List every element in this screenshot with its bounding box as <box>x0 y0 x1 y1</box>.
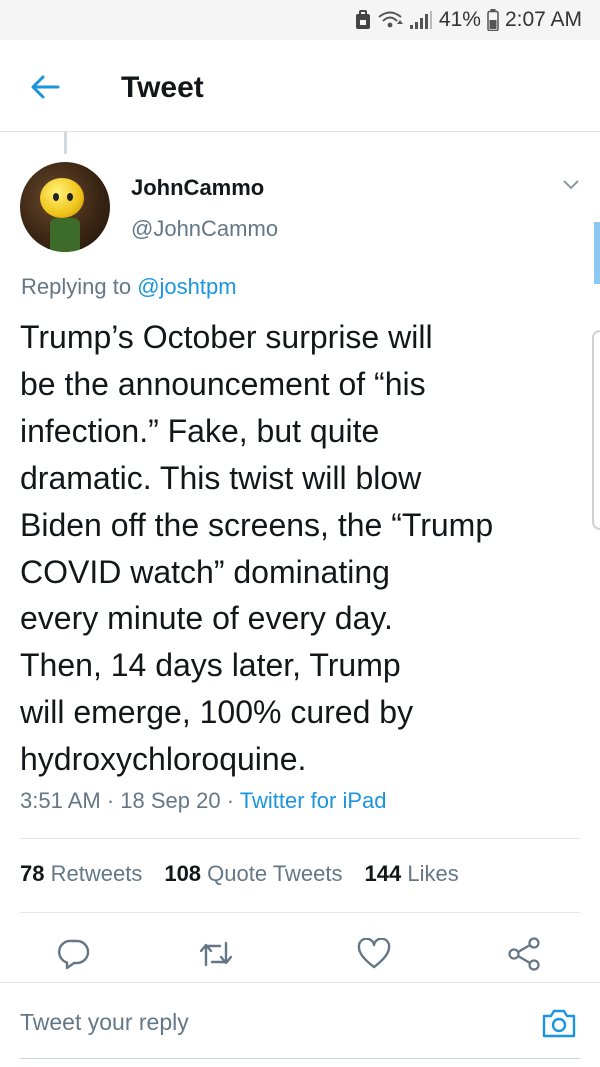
tweet-text-line: every minute of every day. <box>20 600 393 637</box>
meta-separator: · <box>226 788 235 813</box>
likes-count: 144 <box>364 861 402 886</box>
replying-to-mention[interactable]: @joshtpm <box>137 274 236 299</box>
reply-underline <box>20 1058 580 1059</box>
reply-button[interactable] <box>54 934 94 974</box>
wifi-icon <box>377 10 403 30</box>
retweet-button[interactable] <box>196 934 236 974</box>
divider <box>20 838 580 839</box>
author-handle[interactable]: @JohnCammo <box>131 216 278 242</box>
like-icon <box>357 938 391 969</box>
avatar-face <box>40 178 84 218</box>
tweet-menu-button[interactable] <box>562 178 580 190</box>
divider <box>20 912 580 913</box>
replying-prefix: Replying to <box>21 274 132 299</box>
quote-tweets-count: 108 <box>164 861 202 886</box>
status-bar: 41% 2:07 AM <box>0 0 600 40</box>
tweet-text-line: dramatic. This twist will blow <box>20 459 422 496</box>
edge-panel-handle[interactable] <box>592 330 600 530</box>
chevron-down-icon <box>563 180 579 190</box>
app-bar: Tweet <box>0 40 600 132</box>
avatar[interactable] <box>20 162 110 252</box>
tweet-text-line: will emerge, 100% cured by <box>20 694 414 731</box>
tweet-text-line: Then, 14 days later, Trump <box>20 647 401 684</box>
share-icon <box>508 937 540 971</box>
likes-stat[interactable]: 144 Likes <box>365 861 459 887</box>
retweets-count: 78 <box>20 861 45 886</box>
tweet-text-line: hydroxychloroquine. <box>20 741 307 778</box>
battery-percent: 41% <box>438 8 481 31</box>
tweet-text-line: be the announcement of “his <box>20 365 426 402</box>
scroll-indicator <box>594 222 600 284</box>
thread-connector <box>64 132 67 154</box>
reply-input[interactable] <box>20 1009 500 1036</box>
tweet-text-line: Biden off the screens, the “Trump <box>20 506 494 543</box>
meta-separator: · <box>106 788 115 813</box>
reply-icon <box>58 939 90 970</box>
author-display-name[interactable]: JohnCammo <box>131 175 264 201</box>
tweet-source-link[interactable]: Twitter for iPad <box>240 788 387 813</box>
replying-to: Replying to @joshtpm <box>21 274 237 300</box>
tweet-text-line: Trump’s October surprise will <box>20 319 433 355</box>
retweets-label: Retweets <box>50 861 143 886</box>
quote-tweets-stat[interactable]: 108 Quote Tweets <box>164 861 342 887</box>
camera-button[interactable] <box>541 1007 577 1039</box>
camera-icon <box>542 1009 576 1038</box>
like-button[interactable] <box>354 934 394 974</box>
tweet-meta: 3:51 AM · 18 Sep 20 · Twitter for iPad <box>20 788 387 814</box>
tweet-text-line: COVID watch” dominating <box>20 553 390 590</box>
notification-icon <box>355 10 371 30</box>
share-button[interactable] <box>504 934 544 974</box>
tweet-time: 3:51 AM <box>20 788 101 813</box>
status-time: 2:07 AM <box>504 8 582 31</box>
likes-label: Likes <box>407 861 459 886</box>
battery-icon <box>487 9 499 31</box>
arrow-left-icon <box>31 75 60 99</box>
tweet-text-line: infection.” Fake, but quite <box>20 412 380 449</box>
tweet-actions <box>0 928 600 978</box>
signal-icon <box>409 10 433 30</box>
tweet-text: Trump’s October surprise will be the ann… <box>20 314 590 783</box>
reply-bar <box>0 982 600 1067</box>
back-button[interactable] <box>30 74 60 100</box>
retweets-stat[interactable]: 78 Retweets <box>20 861 142 887</box>
retweet-icon <box>199 941 233 967</box>
quote-tweets-label: Quote Tweets <box>207 861 343 886</box>
page-title: Tweet <box>121 71 204 104</box>
tweet-date: 18 Sep 20 <box>120 788 221 813</box>
tweet-stats: 78 Retweets 108 Quote Tweets 144 Likes <box>20 861 459 887</box>
